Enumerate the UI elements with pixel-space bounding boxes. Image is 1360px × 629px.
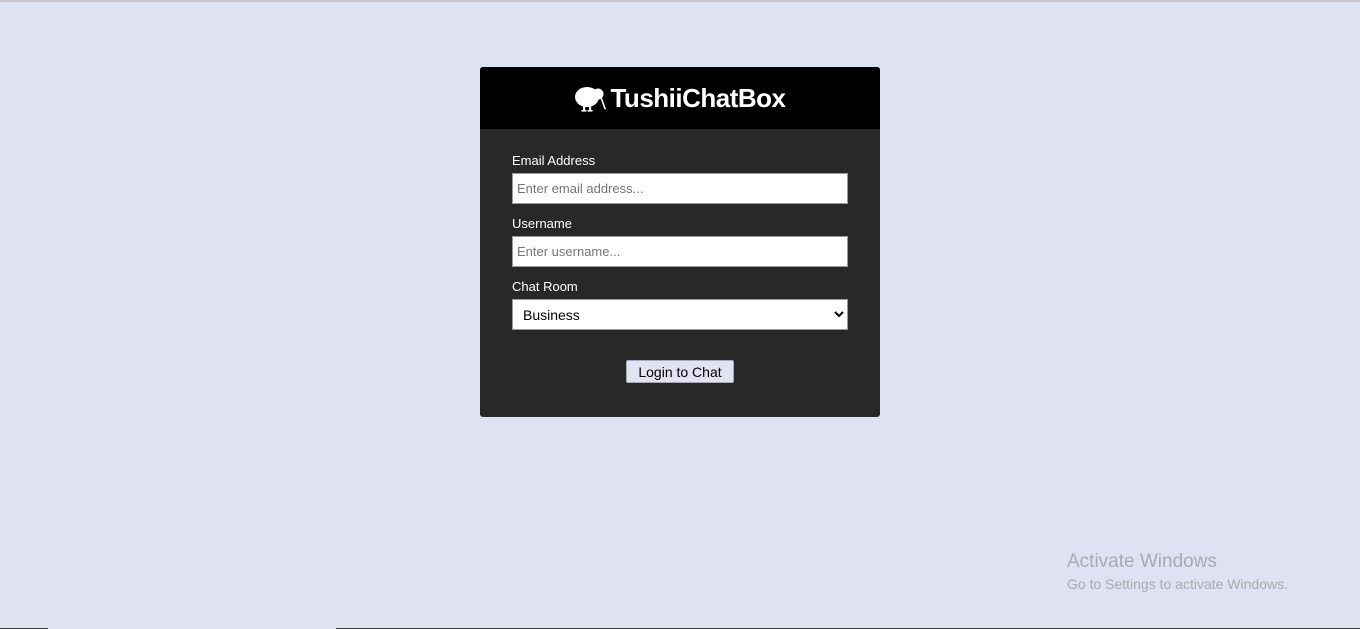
username-field[interactable] [512, 236, 848, 267]
login-form: Email Address Username Chat Room Busines… [480, 129, 880, 383]
room-group: Chat Room Business [512, 279, 848, 330]
submit-wrap: Login to Chat [512, 360, 848, 383]
username-label: Username [512, 216, 572, 231]
watermark-subtitle: Go to Settings to activate Windows. [1067, 576, 1288, 592]
login-button[interactable]: Login to Chat [626, 360, 734, 383]
email-label: Email Address [512, 153, 596, 168]
email-group: Email Address [512, 153, 848, 204]
kiwi-bird-icon [574, 86, 607, 112]
watermark-title: Activate Windows [1067, 551, 1217, 572]
brand-title: TushiiChatBox [610, 82, 786, 113]
activation-watermark: Activate Windows Go to Settings to activ… [1067, 551, 1288, 594]
card-header: TushiiChatBox [480, 67, 880, 129]
username-group: Username [512, 216, 848, 267]
room-select[interactable]: Business [512, 299, 848, 330]
room-label: Chat Room [512, 279, 578, 294]
login-card: TushiiChatBox Email Address Username Cha… [480, 67, 880, 417]
email-field[interactable] [512, 173, 848, 204]
top-border [0, 0, 1360, 2]
